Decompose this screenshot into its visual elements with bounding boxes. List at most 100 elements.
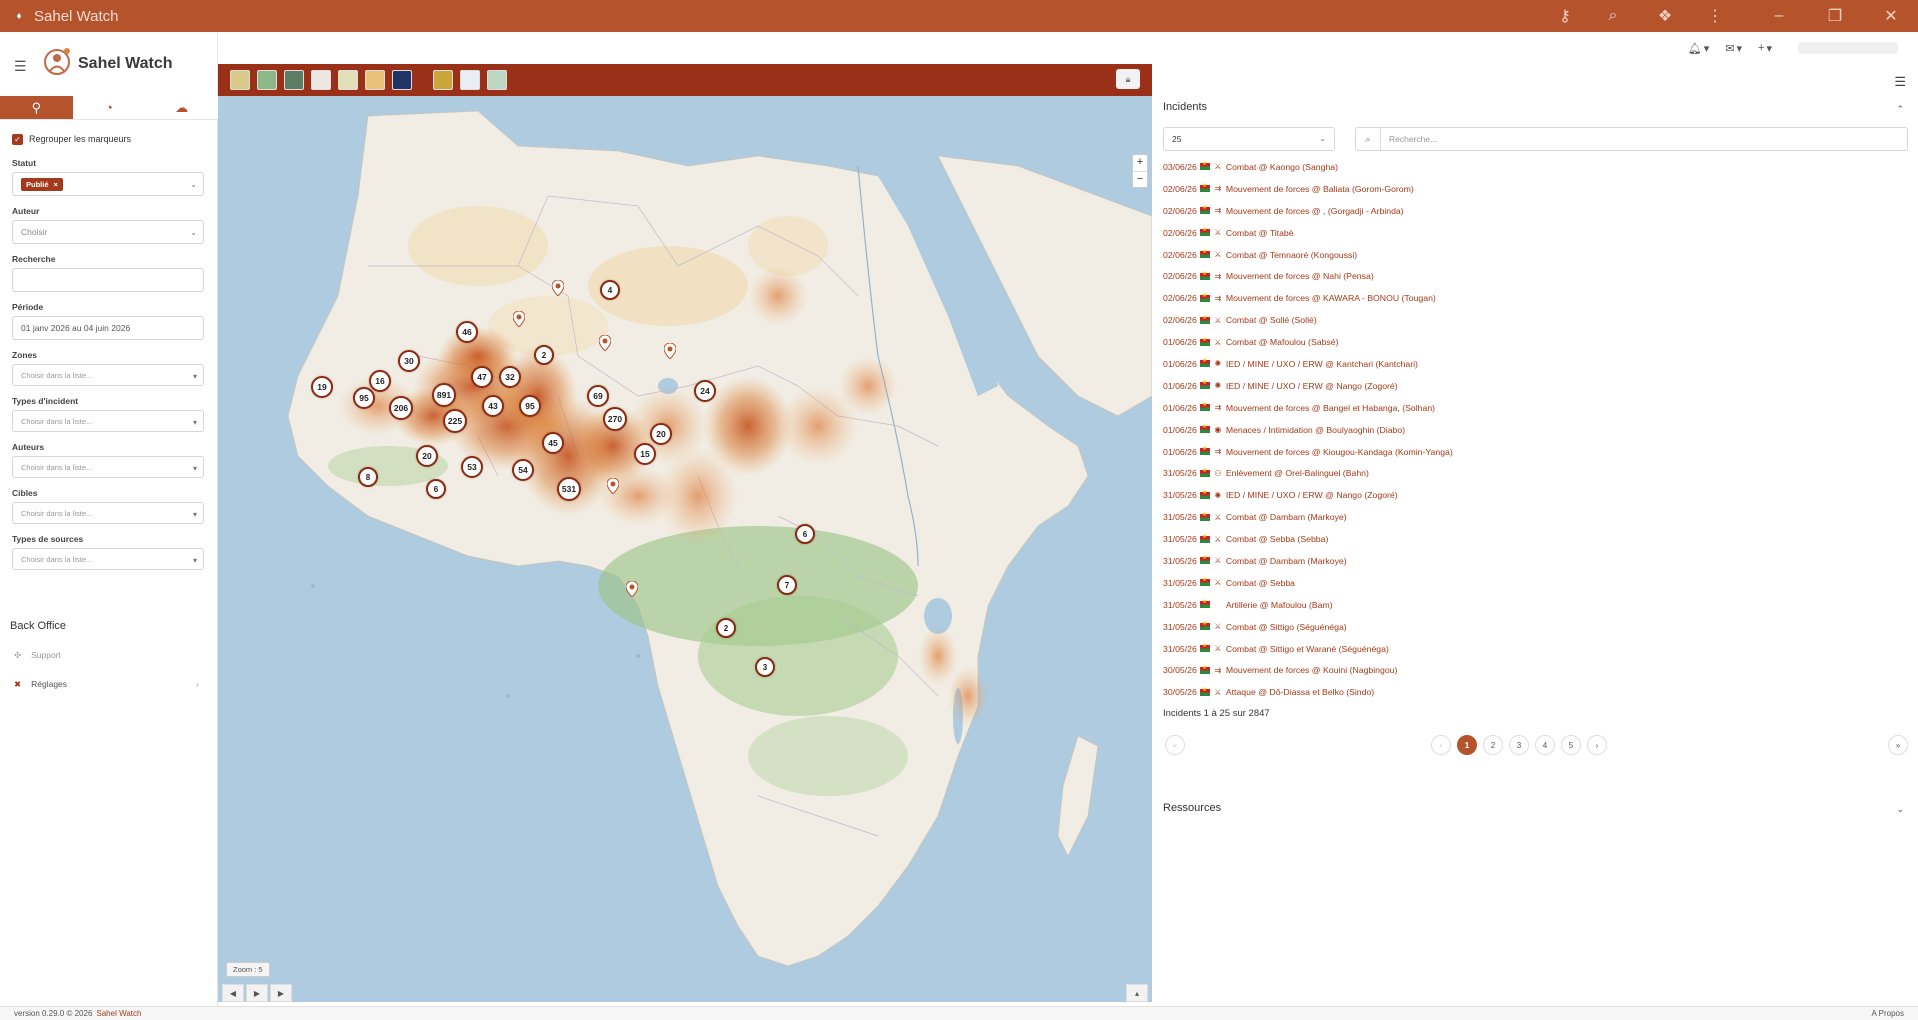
map-cluster[interactable]: 225 (443, 409, 467, 433)
map-cluster[interactable]: 15 (634, 443, 656, 465)
page-3-button[interactable]: 3 (1509, 735, 1529, 755)
auteur-select[interactable]: Choisir ⌄ (12, 220, 204, 244)
page-size-select[interactable]: 25 ⌄ (1163, 127, 1335, 151)
map-pin-icon[interactable] (607, 478, 619, 494)
key-icon[interactable]: ⚷ (1550, 0, 1580, 32)
map-pin-icon[interactable] (513, 311, 525, 327)
last-page-button[interactable]: » (1888, 735, 1908, 755)
layer-vegetation-icon[interactable] (487, 70, 507, 90)
incident-row[interactable]: 01/06/26 ⇉ Mouvement de forces @ Kiougou-K… (1163, 441, 1903, 463)
map-cluster[interactable]: 891 (432, 383, 456, 407)
periode-input[interactable]: 01 janv 2026 au 04 juin 2026 (12, 316, 204, 340)
prev-page-button[interactable]: ‹ (1431, 735, 1451, 755)
map-cluster[interactable]: 95 (519, 395, 541, 417)
zones-select[interactable]: Choisir dans la liste... ▾ (12, 364, 204, 386)
incident-row[interactable]: 31/05/26 ⚔ Combat @ Sebba (Sebba) (1163, 528, 1903, 550)
layer-heatmap-icon[interactable] (433, 70, 453, 90)
incident-row[interactable]: 31/05/26 ⚔ Combat @ Sittigo (Séguénéga) (1163, 616, 1903, 638)
incident-row[interactable]: 31/05/26 ⚔ Combat @ Dambam (Markoye) (1163, 506, 1903, 528)
incident-row[interactable]: 01/06/26 ⇉ Mouvement de forces @ Bangel et… (1163, 397, 1903, 419)
map-cluster[interactable]: 53 (461, 456, 483, 478)
recherche-input[interactable] (12, 268, 204, 292)
incident-title-link[interactable]: Mouvement de forces @ Nahi (Pensa) (1226, 271, 1374, 281)
page-2-button[interactable]: 2 (1483, 735, 1503, 755)
group-markers-checkbox[interactable]: ✓ (12, 133, 23, 145)
incident-row[interactable]: 01/06/26 ⚔ Combat @ Mafoulou (Sabsé) (1163, 331, 1903, 353)
incident-title-link[interactable]: Combat @ Mafoulou (Sabsé) (1226, 337, 1339, 347)
remove-tag-icon[interactable]: × (54, 180, 58, 189)
map-expand-button[interactable]: ▴ (1126, 984, 1148, 1002)
layer-night-icon[interactable] (392, 70, 412, 90)
map-pin-icon[interactable] (626, 581, 638, 597)
tab-map-filters[interactable]: ⚲ (0, 96, 73, 120)
tab-statistics[interactable]: ◔ (72, 96, 146, 120)
map-cluster[interactable]: 7 (777, 575, 797, 595)
close-button[interactable]: ✕ (1876, 0, 1906, 32)
incident-row[interactable]: 02/06/26 ⚔ Combat @ Temnaoré (Kongoussi) (1163, 244, 1903, 266)
layer-topo-icon[interactable] (338, 70, 358, 90)
map-cluster[interactable]: 30 (398, 350, 420, 372)
incident-row[interactable]: 02/06/26 ⇉ Mouvement de forces @ Baliata (… (1163, 178, 1903, 200)
map-cluster[interactable]: 95 (353, 387, 375, 409)
incident-map[interactable]: 🔒︎ 4 46 2 30 47 32 19 16 95 891 206 43 9… (218, 64, 1152, 1002)
map-pin-icon[interactable] (552, 280, 564, 296)
minimize-button[interactable]: – (1764, 0, 1794, 32)
layer-satellite-icon[interactable] (284, 70, 304, 90)
incident-title-link[interactable]: Attaque @ Dô-Diassa et Belko (Sindo) (1226, 687, 1374, 697)
types-sources-select[interactable]: Choisir dans la liste... ▾ (12, 548, 204, 570)
incident-title-link[interactable]: Mouvement de forces @ , (Gorgadji - Arbi… (1226, 206, 1404, 216)
more-menu-icon[interactable]: ⋮ (1700, 0, 1730, 32)
map-cluster[interactable]: 8 (358, 467, 378, 487)
hamburger-menu-icon[interactable]: ☰ (14, 58, 27, 75)
zoom-out-button[interactable]: − (1133, 171, 1147, 187)
incident-row[interactable]: 02/06/26 ⚔ Combat @ Titabè (1163, 222, 1903, 244)
page-4-button[interactable]: 4 (1535, 735, 1555, 755)
cibles-select[interactable]: Choisir dans la liste... ▾ (12, 502, 204, 524)
next-page-button[interactable]: › (1587, 735, 1607, 755)
statut-select[interactable]: Publié × ⌄ (12, 172, 204, 196)
map-cluster[interactable]: 2 (534, 345, 554, 365)
incident-title-link[interactable]: Mouvement de forces @ Kouini (Nagbingou) (1226, 665, 1398, 675)
incident-title-link[interactable]: IED / MINE / UXO / ERW @ Kantchari (Kant… (1226, 359, 1418, 369)
map-cluster[interactable]: 47 (471, 366, 493, 388)
incident-row[interactable]: 02/06/26 ⚔ Combat @ Sollé (Sollé) (1163, 309, 1903, 331)
incident-title-link[interactable]: Combat @ Sebba (Sebba) (1226, 534, 1329, 544)
incident-row[interactable]: 31/05/26 ⚔ Combat @ Dambam (Markoye) (1163, 550, 1903, 572)
map-cluster[interactable]: 270 (603, 407, 627, 431)
auteurs-select[interactable]: Choisir dans la liste... ▾ (12, 456, 204, 478)
incident-row[interactable]: 02/06/26 ⇉ Mouvement de forces @ Nahi (Pen… (1163, 265, 1903, 287)
layer-light-icon[interactable] (311, 70, 331, 90)
add-button[interactable]: + ▾ (1758, 42, 1772, 55)
map-cluster[interactable]: 206 (389, 396, 413, 420)
incident-row[interactable]: 02/06/26 ⇉ Mouvement de forces @ , (Gorgad… (1163, 200, 1903, 222)
first-page-button[interactable]: « (1165, 735, 1185, 755)
incident-title-link[interactable]: IED / MINE / UXO / ERW @ Nango (Zogoré) (1226, 381, 1398, 391)
map-pin-icon[interactable] (599, 335, 611, 351)
notifications-button[interactable]: 🔔︎ ▾ (1688, 42, 1710, 55)
incident-row[interactable]: 30/05/26 ⚔ Attaque @ Dô-Diassa et Belko (S… (1163, 681, 1903, 703)
map-cluster[interactable]: 69 (587, 385, 609, 407)
incident-title-link[interactable]: Combat @ Dambam (Markoye) (1226, 556, 1347, 566)
zoom-in-button[interactable]: + (1133, 155, 1147, 171)
incident-title-link[interactable]: Combat @ Dambam (Markoye) (1226, 512, 1347, 522)
map-cluster[interactable]: 45 (542, 432, 564, 454)
map-cluster[interactable]: 46 (456, 321, 478, 343)
incident-title-link[interactable]: Enlèvement @ Orel-Balinguel (Bahn) (1226, 468, 1369, 478)
incident-title-link[interactable]: Mouvement de forces @ Bangel et Habanga,… (1226, 403, 1435, 413)
incident-row[interactable]: 31/05/26 ⚇ Enlèvement @ Orel-Balinguel (Ba… (1163, 462, 1903, 484)
reglages-link[interactable]: ✖ Réglages › (14, 677, 204, 691)
incident-row[interactable]: 31/05/26 ⚔ Combat @ Sittigo et Warané (Ség… (1163, 638, 1903, 660)
map-cluster[interactable]: 531 (557, 477, 581, 501)
map-cluster[interactable]: 3 (755, 657, 775, 677)
incident-title-link[interactable]: Combat @ Sebba (1226, 578, 1295, 588)
maximize-button[interactable]: ❐ (1820, 0, 1850, 32)
incident-title-link[interactable]: Combat @ Sittigo (Séguénéga) (1226, 622, 1347, 632)
map-nav-prev-button[interactable]: ◀ (222, 984, 244, 1002)
page-1-button[interactable]: 1 (1457, 735, 1477, 755)
incident-title-link[interactable]: Combat @ Titabè (1226, 228, 1294, 238)
page-5-button[interactable]: 5 (1561, 735, 1581, 755)
incident-row[interactable]: 31/05/26 ⚔ Combat @ Sebba (1163, 572, 1903, 594)
map-cluster[interactable]: 43 (482, 395, 504, 417)
map-cluster[interactable]: 19 (311, 376, 333, 398)
incident-row[interactable]: 02/06/26 ⇉ Mouvement de forces @ KAWARA - … (1163, 287, 1903, 309)
